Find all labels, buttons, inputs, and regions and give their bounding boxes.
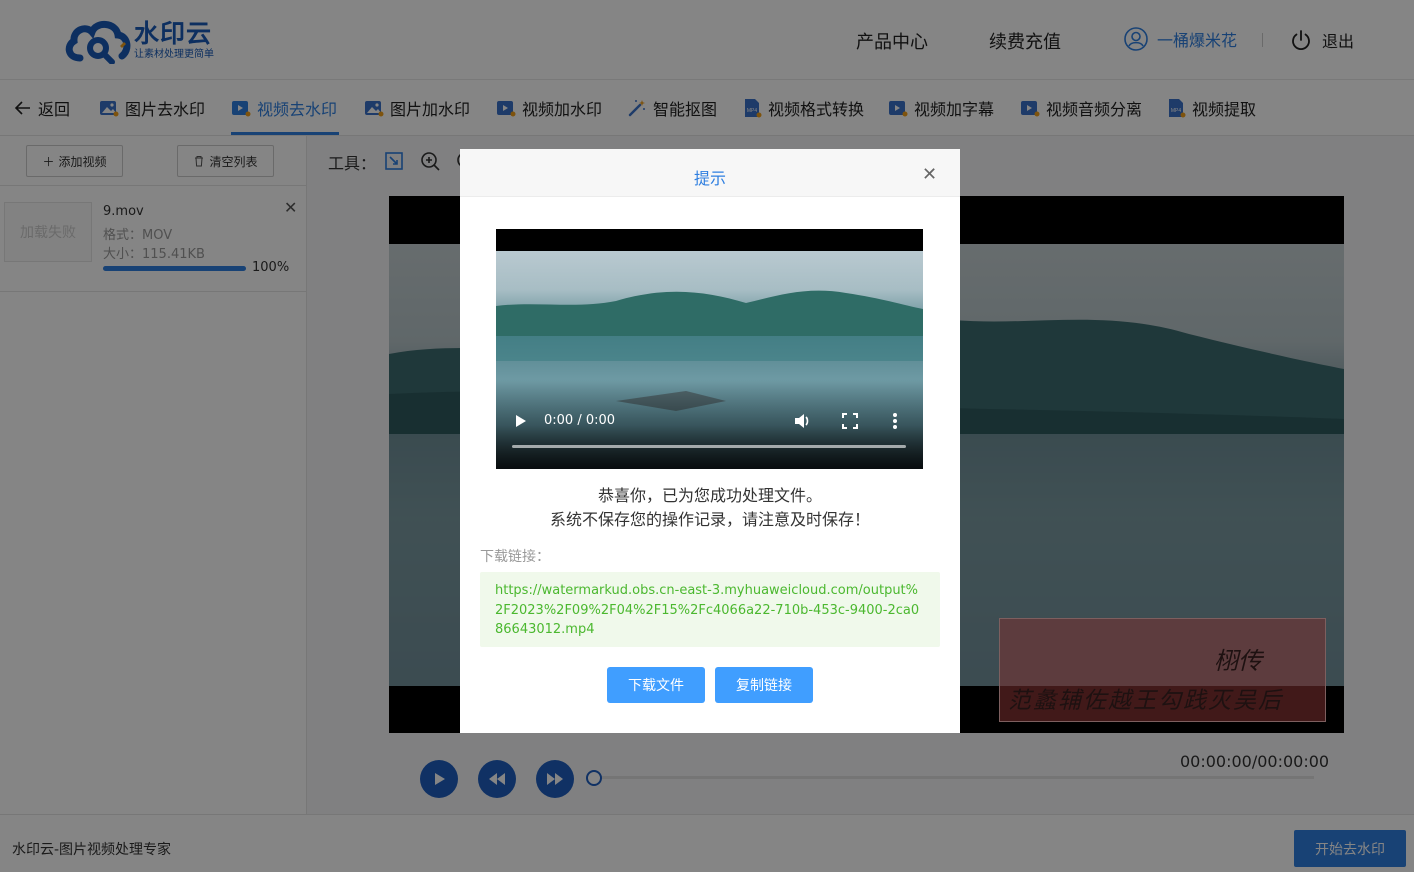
download-link-box[interactable]: https://watermarkud.obs.cn-east-3.myhuaw… xyxy=(480,572,940,647)
dialog-header: 提示 ✕ xyxy=(460,149,960,197)
success-message: 恭喜你，已为您成功处理文件。 xyxy=(597,486,822,505)
volume-icon[interactable] xyxy=(792,411,812,431)
download-link-label: 下载链接： xyxy=(480,549,550,565)
video-progress-bar[interactable] xyxy=(512,445,906,448)
video-preview[interactable]: 0:00 / 0:00 xyxy=(496,229,923,469)
save-reminder: 系统不保存您的操作记录，请注意及时保存！ xyxy=(549,510,870,529)
more-options-icon[interactable] xyxy=(892,412,898,430)
video-time: 0:00 / 0:00 xyxy=(544,413,616,428)
close-icon[interactable]: ✕ xyxy=(922,164,937,185)
fullscreen-icon[interactable] xyxy=(842,413,858,429)
download-file-button[interactable]: 下载文件 xyxy=(607,667,705,703)
dialog-title: 提示 xyxy=(693,169,726,188)
success-dialog: 提示 ✕ 0:00 / 0:00 恭喜你，已为您成功处理文件。 系统不保存您的操… xyxy=(460,149,960,733)
play-icon[interactable] xyxy=(514,413,528,429)
copy-link-button[interactable]: 复制链接 xyxy=(715,667,813,703)
